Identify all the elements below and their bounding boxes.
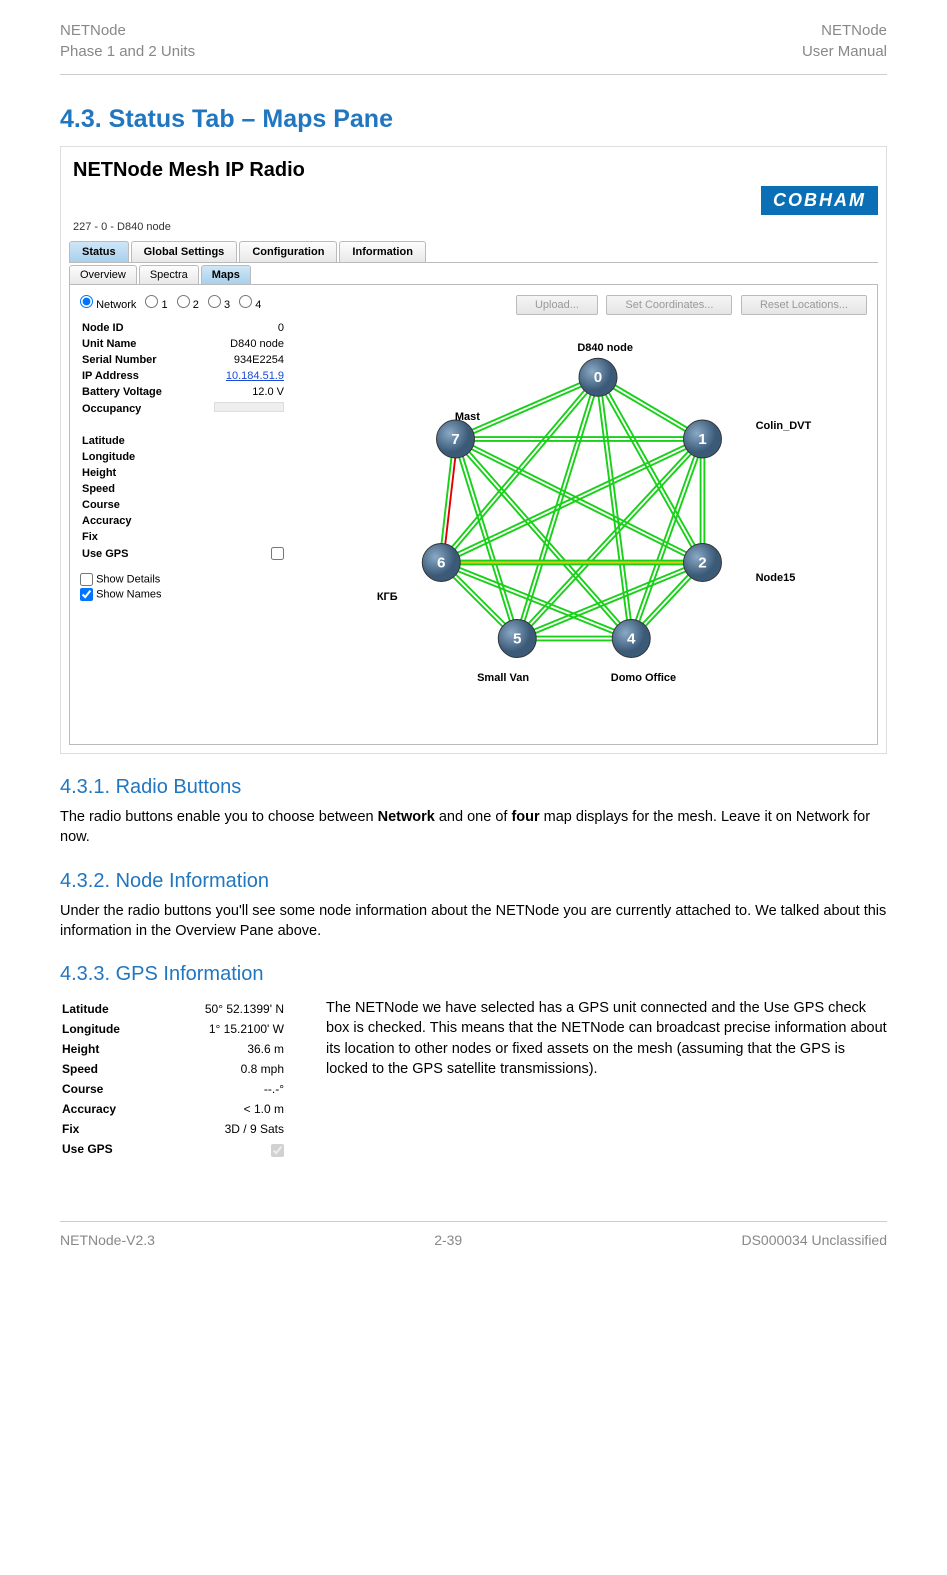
- mesh-node-label-6: КГБ: [377, 591, 398, 603]
- tabs-secondary: Overview Spectra Maps: [69, 265, 878, 285]
- lbl-speed: Speed: [82, 482, 192, 496]
- page-footer: NETNode-V2.3 2-39 DS000034 Unclassified: [60, 1221, 887, 1248]
- show-details-row[interactable]: Show Details: [80, 573, 310, 586]
- sec-432-text: Under the radio buttons you'll see some …: [60, 901, 887, 942]
- mesh-node-label-0: D840 node: [577, 342, 633, 354]
- header-left-line1: NETNode: [60, 20, 195, 41]
- tab-configuration[interactable]: Configuration: [239, 241, 337, 262]
- radio-3[interactable]: 3: [208, 299, 230, 311]
- tab-spectra[interactable]: Spectra: [139, 265, 199, 284]
- val-ip[interactable]: 10.184.51.9: [226, 370, 284, 382]
- mesh-node-label-7: Mast: [455, 411, 480, 423]
- header-left: NETNode Phase 1 and 2 Units: [60, 20, 195, 62]
- svg-text:4: 4: [627, 630, 636, 647]
- lbl-occupancy: Occupancy: [82, 401, 192, 416]
- show-details-checkbox[interactable]: [80, 573, 93, 586]
- mesh-node-label-4: Domo Office: [611, 672, 676, 684]
- lbl-height: Height: [82, 466, 192, 480]
- set-coordinates-button[interactable]: Set Coordinates...: [606, 295, 732, 315]
- footer-left: NETNode-V2.3: [60, 1232, 155, 1248]
- radio-network-label: Network: [96, 299, 136, 311]
- header-right-line2: User Manual: [802, 41, 887, 62]
- app-title: NETNode Mesh IP Radio: [73, 159, 878, 182]
- lbl-longitude: Longitude: [82, 450, 192, 464]
- header-left-line2: Phase 1 and 2 Units: [60, 41, 195, 62]
- lbl-serial: Serial Number: [82, 353, 192, 367]
- left-column: Network 1 2 3 4 Node ID0 Unit NameD840 n…: [80, 295, 310, 734]
- right-column: Upload... Set Coordinates... Reset Locat…: [310, 295, 867, 734]
- lbl-use-gps: Use GPS: [82, 546, 192, 561]
- radio-4[interactable]: 4: [239, 299, 261, 311]
- breadcrumb: 227 - 0 - D840 node: [73, 221, 878, 233]
- lbl-fix: Fix: [82, 530, 192, 544]
- val-battery: 12.0 V: [194, 385, 284, 399]
- cobham-logo: COBHAM: [761, 186, 878, 215]
- reset-locations-button[interactable]: Reset Locations...: [741, 295, 867, 315]
- maps-pane: Network 1 2 3 4 Node ID0 Unit NameD840 n…: [69, 285, 878, 745]
- footer-mid: 2-39: [434, 1232, 462, 1248]
- tab-global-settings[interactable]: Global Settings: [131, 241, 238, 262]
- gps-use-gps-checkbox: [271, 1144, 284, 1157]
- lbl-ip: IP Address: [82, 369, 192, 383]
- svg-text:7: 7: [451, 431, 459, 448]
- upload-button[interactable]: Upload...: [516, 295, 598, 315]
- mesh-graph: 0 1 2 4 5 6 7 D840 node Colin_DVT Node15 Domo Off…: [310, 325, 867, 705]
- lbl-latitude: Latitude: [82, 434, 192, 448]
- sec-431-title: 4.3.1. Radio Buttons: [60, 776, 887, 799]
- gps-section: Latitude50° 52.1399' N Longitude1° 15.21…: [60, 998, 887, 1160]
- val-serial: 934E2254: [194, 353, 284, 367]
- sec-433-title: 4.3.3. GPS Information: [60, 963, 887, 986]
- use-gps-checkbox[interactable]: [271, 547, 284, 560]
- mesh-node-label-5: Small Van: [477, 672, 529, 684]
- lbl-battery: Battery Voltage: [82, 385, 192, 399]
- footer-right: DS000034 Unclassified: [741, 1232, 887, 1248]
- mesh-node-label-1: Colin_DVT: [756, 420, 812, 432]
- radio-2[interactable]: 2: [177, 299, 199, 311]
- show-names-checkbox[interactable]: [80, 588, 93, 601]
- section-title: 4.3. Status Tab – Maps Pane: [60, 105, 887, 134]
- gps-info-table: Latitude50° 52.1399' N Longitude1° 15.21…: [60, 998, 286, 1160]
- lbl-node-id: Node ID: [82, 321, 192, 335]
- radio-row: Network 1 2 3 4: [80, 295, 310, 311]
- svg-text:6: 6: [437, 554, 445, 571]
- header-right: NETNode User Manual: [802, 20, 887, 62]
- lbl-accuracy: Accuracy: [82, 514, 192, 528]
- svg-text:2: 2: [698, 554, 706, 571]
- svg-text:0: 0: [594, 369, 602, 386]
- header-right-line1: NETNode: [802, 20, 887, 41]
- radio-1[interactable]: 1: [145, 299, 167, 311]
- svg-text:5: 5: [513, 630, 522, 647]
- sec-431-text: The radio buttons enable you to choose b…: [60, 807, 887, 848]
- val-unit-name: D840 node: [194, 337, 284, 351]
- svg-text:1: 1: [698, 431, 707, 448]
- tab-information[interactable]: Information: [339, 241, 426, 262]
- val-node-id: 0: [194, 321, 284, 335]
- tab-status[interactable]: Status: [69, 241, 129, 262]
- lbl-course: Course: [82, 498, 192, 512]
- show-names-row[interactable]: Show Names: [80, 588, 310, 601]
- page-header: NETNode Phase 1 and 2 Units NETNode User…: [60, 20, 887, 75]
- tab-overview[interactable]: Overview: [69, 265, 137, 284]
- sec-433-text: The NETNode we have selected has a GPS u…: [326, 998, 887, 1079]
- app-screenshot: NETNode Mesh IP Radio COBHAM 227 - 0 - D…: [60, 146, 887, 754]
- lbl-unit-name: Unit Name: [82, 337, 192, 351]
- mesh-node-label-2: Node15: [756, 572, 796, 584]
- node-info-table: Node ID0 Unit NameD840 node Serial Numbe…: [80, 319, 286, 563]
- tab-maps[interactable]: Maps: [201, 265, 251, 284]
- tabs-primary: Status Global Settings Configuration Inf…: [69, 241, 878, 263]
- sec-432-title: 4.3.2. Node Information: [60, 870, 887, 893]
- occupancy-bar: [214, 402, 284, 412]
- radio-network[interactable]: Network: [80, 299, 136, 311]
